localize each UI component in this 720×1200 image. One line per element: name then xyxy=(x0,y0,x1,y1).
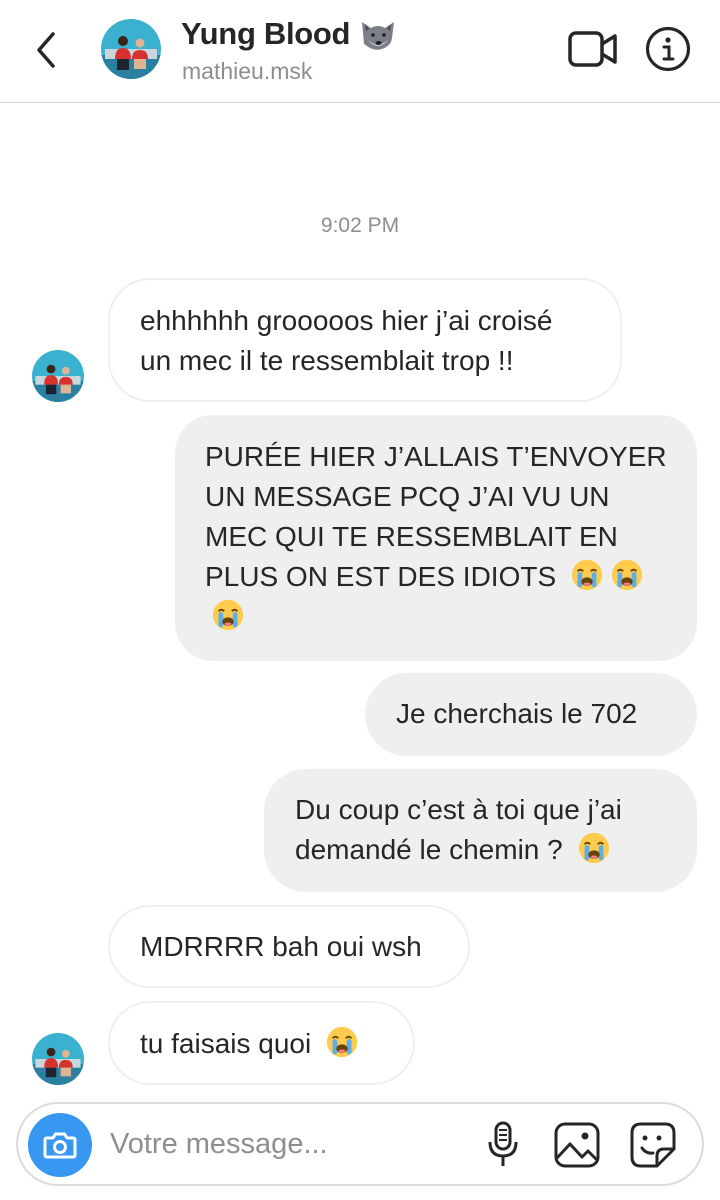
message-text: tu faisais quoi xyxy=(140,1028,312,1059)
message-input[interactable] xyxy=(110,1124,470,1164)
message-bubble-incoming[interactable]: tu faisais quoi xyxy=(108,1001,415,1085)
contact-name: Yung Blood xyxy=(181,16,351,51)
sender-avatar[interactable] xyxy=(32,350,84,402)
video-call-button[interactable] xyxy=(566,26,620,72)
voice-message-button[interactable] xyxy=(483,1120,523,1170)
loudly-crying-face-icon xyxy=(570,558,604,592)
message-bubble-incoming[interactable]: ehhhhhh grooooos hier j’ai croisé un mec… xyxy=(108,278,622,402)
loudly-crying-face-icon xyxy=(577,831,611,865)
video-camera-icon xyxy=(568,31,617,67)
message-bubble-outgoing[interactable]: PURÉE HIER J’ALLAIS T’ENVOYER UN MESSAGE… xyxy=(175,415,697,661)
message-text: Je cherchais le 702 xyxy=(396,698,638,729)
sticker-button[interactable] xyxy=(628,1120,678,1170)
chat-header: Yung Blood mathieu.msk xyxy=(0,0,720,103)
message-bubble-outgoing[interactable]: Je cherchais le 702 xyxy=(365,673,697,756)
image-gallery-icon xyxy=(554,1122,600,1168)
microphone-icon xyxy=(488,1121,518,1166)
chevron-left-icon xyxy=(37,32,55,68)
back-button[interactable] xyxy=(24,26,68,74)
contact-title-row[interactable]: Yung Blood xyxy=(181,14,398,54)
message-text: MDRRRR bah oui wsh xyxy=(140,931,422,962)
info-icon xyxy=(645,26,691,72)
contact-avatar[interactable] xyxy=(101,19,161,79)
loudly-crying-face-icon xyxy=(211,598,245,632)
message-timestamp: 9:02 PM xyxy=(320,214,400,237)
camera-button[interactable] xyxy=(28,1113,92,1177)
message-bubble-outgoing[interactable]: Du coup c’est à toi que j’ai demandé le … xyxy=(264,769,697,892)
message-text: ehhhhhh grooooos hier j’ai croisé un mec… xyxy=(140,305,553,376)
camera-icon xyxy=(43,1132,77,1159)
message-bubble-incoming[interactable]: MDRRRR bah oui wsh xyxy=(108,905,470,988)
wolf-emoji-icon xyxy=(362,22,395,50)
message-text: Du coup c’est à toi que j’ai demandé le … xyxy=(295,794,622,865)
gallery-button[interactable] xyxy=(552,1120,602,1170)
message-composer xyxy=(16,1102,704,1186)
info-button[interactable] xyxy=(643,24,693,74)
loudly-crying-face-icon xyxy=(610,558,644,592)
contact-username: mathieu.msk xyxy=(182,58,313,84)
sender-avatar[interactable] xyxy=(32,1033,84,1085)
loudly-crying-face-icon xyxy=(325,1025,359,1059)
sticker-icon xyxy=(630,1122,676,1168)
